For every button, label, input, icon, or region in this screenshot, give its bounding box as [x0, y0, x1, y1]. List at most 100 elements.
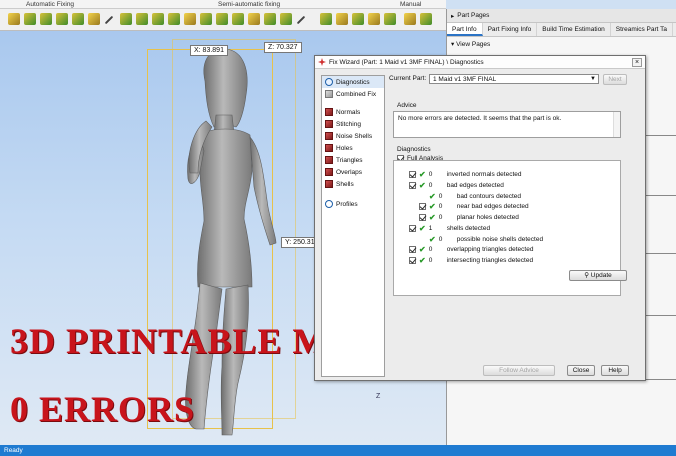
- tab-build-time-estimation[interactable]: Build Time Estimation: [537, 23, 611, 36]
- fix-tool-icon[interactable]: [368, 13, 380, 25]
- wizard-icon[interactable]: [8, 13, 20, 25]
- nav-item-label: Triangles: [336, 156, 363, 164]
- checkbox-icon: [419, 202, 426, 210]
- fix-tool-icon[interactable]: [264, 13, 276, 25]
- dialog-title: Fix Wizard (Part: 1 Maid v1 3MF FINAL) \…: [329, 58, 484, 66]
- ok-check-icon: ✔: [429, 201, 436, 211]
- dialog-title-bar[interactable]: Fix Wizard (Part: 1 Maid v1 3MF FINAL) \…: [315, 56, 645, 69]
- advice-label: Advice: [397, 102, 417, 109]
- panel-divider: [642, 195, 676, 201]
- cut-line-icon[interactable]: [104, 15, 114, 25]
- close-button[interactable]: Close: [567, 365, 595, 376]
- cube-icon: [325, 108, 333, 116]
- nav-item-diagnostics[interactable]: Diagnostics: [322, 76, 384, 88]
- nav-item-stitching[interactable]: Stitching: [322, 118, 384, 130]
- banner-subtitle: 0 ERRORS: [10, 389, 196, 429]
- nav-item-label: Profiles: [336, 200, 358, 208]
- z-axis-indicator: Z: [376, 393, 381, 400]
- fix-tool-icon[interactable]: [248, 13, 260, 25]
- fix-tool-icon[interactable]: [88, 13, 100, 25]
- ok-check-icon: ✔: [429, 191, 436, 201]
- diagnostic-label: inverted normals detected: [446, 170, 522, 178]
- fix-tool-icon[interactable]: [200, 13, 212, 25]
- update-button-label: Update: [590, 272, 612, 279]
- view-pages-header[interactable]: ▾ View Pages: [447, 37, 676, 51]
- checkbox-icon: [409, 245, 416, 253]
- nav-item-label: Shells: [336, 180, 354, 188]
- fix-tool-icon[interactable]: [420, 13, 432, 25]
- fix-tool-icon[interactable]: [216, 13, 228, 25]
- help-button[interactable]: Help: [601, 365, 629, 376]
- advice-scrollbar[interactable]: [613, 112, 620, 137]
- close-icon[interactable]: ×: [632, 57, 642, 67]
- diagnostic-row[interactable]: ✔ 0 near bad edges detected: [419, 202, 529, 210]
- cut-line-icon[interactable]: [296, 15, 306, 25]
- ok-check-icon: ✔: [429, 234, 436, 244]
- fix-tool-icon[interactable]: [280, 13, 292, 25]
- tab-streamics-part[interactable]: Streamics Part Ta: [611, 23, 673, 36]
- diagnostic-label: bad contours detected: [456, 192, 522, 200]
- fix-tool-icon[interactable]: [168, 13, 180, 25]
- nav-item-noise-shells[interactable]: Noise Shells: [322, 130, 384, 142]
- nav-item-normals[interactable]: Normals: [322, 106, 384, 118]
- checkbox-icon: [409, 256, 416, 264]
- nav-item-triangles[interactable]: Triangles: [322, 154, 384, 166]
- fix-tool-icon[interactable]: [352, 13, 364, 25]
- view-pages-title: View Pages: [456, 41, 491, 48]
- follow-advice-button[interactable]: Follow Advice: [483, 365, 555, 376]
- nav-item-combined-fix[interactable]: Combined Fix: [322, 88, 384, 100]
- nav-item-holes[interactable]: Holes: [322, 142, 384, 154]
- diagnostic-row[interactable]: ✔ 1 shells detected: [409, 224, 490, 232]
- nav-item-label: Overlaps: [336, 168, 363, 176]
- current-part-value: 1 Maid v1 3MF FINAL: [433, 76, 497, 83]
- fix-tool-icon[interactable]: [320, 13, 332, 25]
- panel-divider: [642, 315, 676, 321]
- cube-icon: [325, 144, 333, 152]
- diagnostic-count: 0: [428, 181, 433, 189]
- tab-part-fixing-info[interactable]: Part Fixing Info: [483, 23, 538, 36]
- fix-tool-icon[interactable]: [232, 13, 244, 25]
- panel-divider: [642, 253, 676, 259]
- panel-arrow-icon[interactable]: ▸: [451, 12, 454, 20]
- ok-check-icon: ✔: [419, 169, 426, 179]
- nav-item-shells[interactable]: Shells: [322, 178, 384, 190]
- diagnostic-count: 1: [428, 224, 433, 232]
- diagnostic-label: bad edges detected: [446, 181, 504, 189]
- nav-item-profiles[interactable]: Profiles: [322, 198, 384, 210]
- fix-tool-icon[interactable]: [40, 13, 52, 25]
- fix-tool-icon[interactable]: [56, 13, 68, 25]
- diagnostics-label: Diagnostics: [397, 146, 431, 153]
- current-part-select[interactable]: 1 Maid v1 3MF FINAL ▼: [429, 74, 599, 84]
- diagnostic-count: 0: [428, 256, 433, 264]
- diagnostic-row[interactable]: ✔ 0 overlapping triangles detected: [409, 245, 533, 253]
- tab-part-info[interactable]: Part Info: [447, 23, 483, 36]
- chevron-down-icon: ▼: [590, 76, 596, 82]
- fix-tool-icon[interactable]: [152, 13, 164, 25]
- nav-item-overlaps[interactable]: Overlaps: [322, 166, 384, 178]
- next-button[interactable]: Next: [603, 74, 627, 85]
- ribbon-label-automatic-fixing: Automatic Fixing: [26, 1, 75, 8]
- fix-tool-icon[interactable]: [384, 13, 396, 25]
- part-pages-title: Part Pages: [457, 12, 490, 19]
- nav-item-label: Noise Shells: [336, 132, 373, 140]
- diagnostic-row[interactable]: ✔ 0 intersecting triangles detected: [409, 256, 533, 264]
- fix-tool-icon[interactable]: [72, 13, 84, 25]
- fix-tool-icon[interactable]: [24, 13, 36, 25]
- checkbox-icon: [419, 213, 426, 221]
- ribbon-group-labels: Automatic Fixing Semi-automatic fixing M…: [0, 0, 446, 9]
- fixing-toolbar: [0, 9, 446, 31]
- fix-tool-icon[interactable]: [136, 13, 148, 25]
- magnifier-icon: [325, 78, 333, 86]
- diagnostic-row[interactable]: ✔ 0 inverted normals detected: [409, 170, 522, 178]
- diagnostic-count: 0: [438, 192, 443, 200]
- fix-tool-icon[interactable]: [336, 13, 348, 25]
- ribbon-label-semi-automatic-fixing: Semi-automatic fixing: [218, 1, 281, 8]
- advice-box: No more errors are detected. It seems th…: [393, 111, 621, 138]
- fix-tool-icon[interactable]: [120, 13, 132, 25]
- diagnostic-row: ✔ 0 possible noise shells detected: [429, 235, 543, 243]
- diagnostic-row[interactable]: ✔ 0 bad edges detected: [409, 181, 504, 189]
- fix-tool-icon[interactable]: [184, 13, 196, 25]
- update-button[interactable]: ⚲ Update: [569, 270, 627, 281]
- diagnostic-row[interactable]: ✔ 0 planar holes detected: [419, 213, 519, 221]
- fix-tool-icon[interactable]: [404, 13, 416, 25]
